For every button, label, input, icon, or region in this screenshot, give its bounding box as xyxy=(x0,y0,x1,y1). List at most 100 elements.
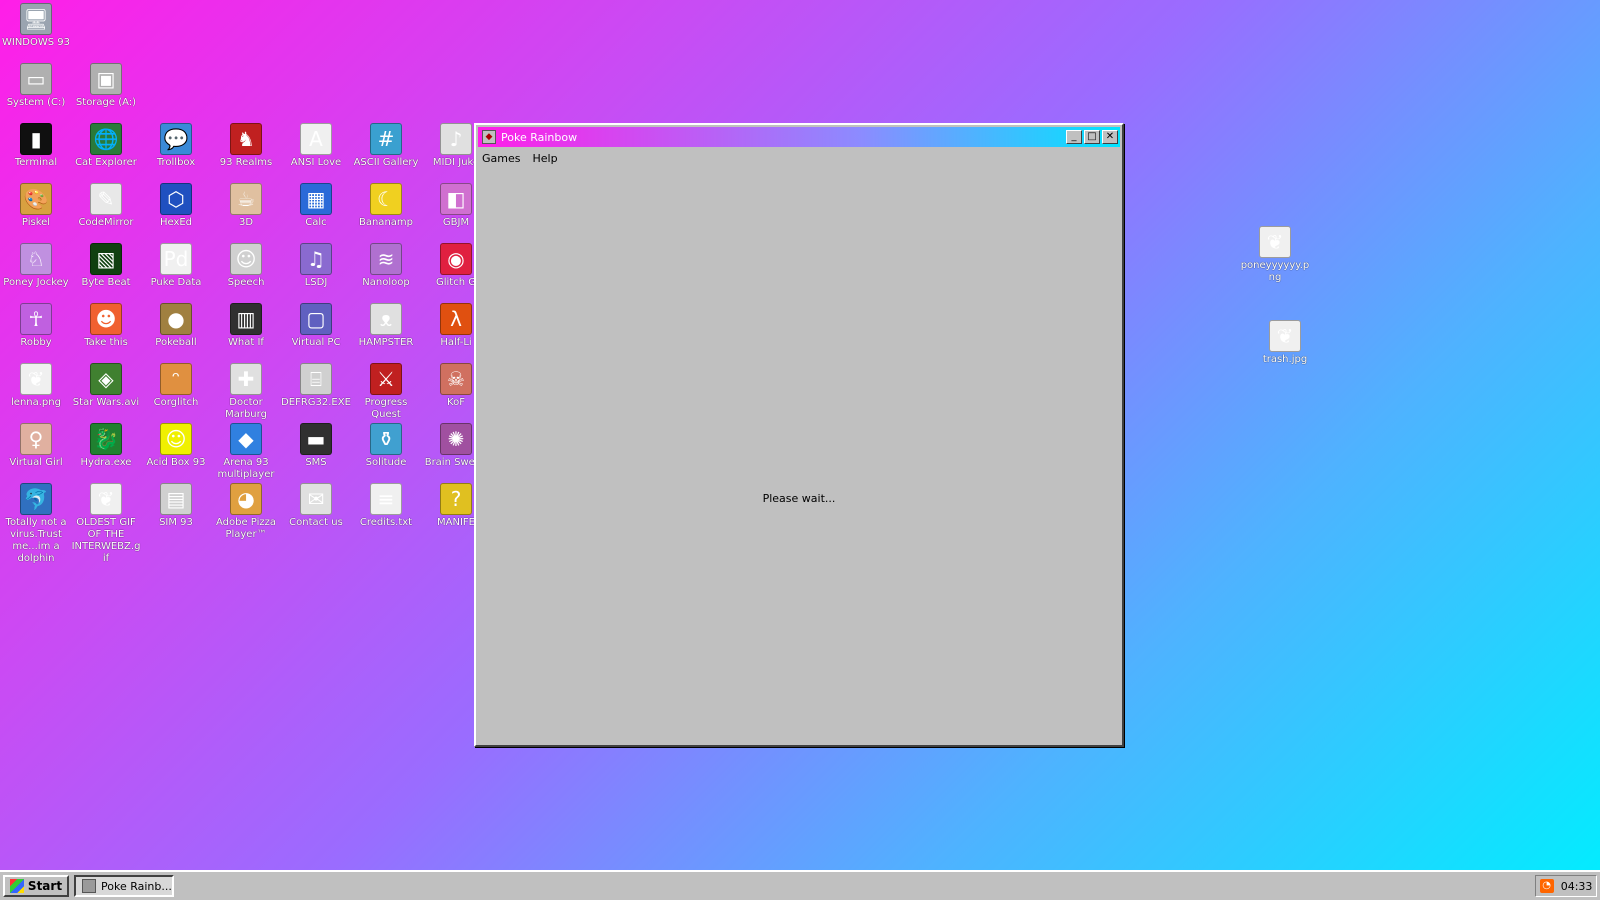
lsdj-icon: ♫ xyxy=(300,243,332,275)
poke-rainbow-window[interactable]: ◆ Poke Rainbow _ □ ✕ Games Help Please w… xyxy=(474,123,1124,747)
window-titlebar[interactable]: ◆ Poke Rainbow _ □ ✕ xyxy=(478,127,1120,147)
desktop-icon[interactable]: ᵔ Corglitch xyxy=(141,363,211,409)
contact-icon: ✉ xyxy=(300,483,332,515)
piano-icon: ♪ xyxy=(440,123,472,155)
terminal-icon: ▮ xyxy=(20,123,52,155)
desktop-icon[interactable]: 💬 Trollbox xyxy=(141,123,211,169)
desktop-icon[interactable]: ❦ lenna.png xyxy=(1,363,71,409)
desktop-icon[interactable]: ❦ trash.jpg xyxy=(1250,320,1320,366)
sim-icon: ▤ xyxy=(160,483,192,515)
desktop-icon[interactable]: ✚ Doctor Marburg xyxy=(211,363,281,421)
desktop-icon[interactable]: ⚱ Solitude xyxy=(351,423,421,469)
desktop-icon-label: Star Wars.avi xyxy=(72,397,140,408)
desktop-icon[interactable]: ▦ Calc xyxy=(281,183,351,229)
desktop-icon[interactable]: ⌸ DEFRG32.EXE xyxy=(281,363,351,409)
desktop-icon-label: Calc xyxy=(305,217,327,228)
desktop-icon-label: Speech xyxy=(227,277,265,288)
desktop-icon[interactable]: # ASCII Gallery xyxy=(351,123,421,169)
bytebeat-icon: ▧ xyxy=(90,243,122,275)
desktop-icon-label: lenna.png xyxy=(11,397,61,408)
desktop-icon[interactable]: ≡ Credits.txt xyxy=(351,483,421,529)
desktop-icon[interactable]: ▧ Byte Beat xyxy=(71,243,141,289)
close-button[interactable]: ✕ xyxy=(1102,130,1118,144)
desktop-icon[interactable]: ♘ Poney Jockey xyxy=(1,243,71,289)
window-content: Please wait... xyxy=(476,169,1122,745)
desktop-icon-label: Doctor Marburg xyxy=(225,397,267,420)
desktop-icon-label: Storage (A:) xyxy=(75,97,137,108)
desktop-icon[interactable]: A ANSI Love xyxy=(281,123,351,169)
desktop-icon-label: ASCII Gallery xyxy=(353,157,419,168)
menu-games[interactable]: Games xyxy=(482,152,520,165)
defrag-icon: ⌸ xyxy=(300,363,332,395)
desktop-icon[interactable]: ▣ Storage (A:) xyxy=(71,63,141,109)
desktop-icon-label: ANSI Love xyxy=(290,157,342,168)
rss-icon[interactable]: ◔ xyxy=(1539,879,1554,893)
desktop-icon-label: Take this xyxy=(84,337,128,348)
desktop-icon-label: DEFRG32.EXE xyxy=(281,397,351,408)
desktop-icon[interactable]: ☾ Bananamp xyxy=(351,183,421,229)
menu-help[interactable]: Help xyxy=(532,152,557,165)
face-icon: ☺ xyxy=(230,243,262,275)
desktop-icon[interactable]: ◕ Adobe Pizza Player™ xyxy=(211,483,281,541)
corgi-icon: ᵔ xyxy=(160,363,192,395)
desktop-icon[interactable]: ▭ System (C:) xyxy=(1,63,71,109)
pony-icon: ♘ xyxy=(20,243,52,275)
drive-icon: ▭ xyxy=(20,63,52,95)
globe-cat-icon: 🌐 xyxy=(90,123,122,155)
gb-icon: ◧ xyxy=(440,183,472,215)
image-file-icon: ❦ xyxy=(1269,320,1301,352)
desktop-icon[interactable]: ◈ Star Wars.avi xyxy=(71,363,141,409)
desktop-icon[interactable]: 🐉 Hydra.exe xyxy=(71,423,141,469)
desktop-icon[interactable]: ❦ poneyyyyyy.png xyxy=(1240,226,1310,284)
desktop-icon[interactable]: 🖥 WINDOWS 93 xyxy=(1,3,71,49)
chat-icon: 💬 xyxy=(160,123,192,155)
desktop-icon[interactable]: 🎨 Piskel xyxy=(1,183,71,229)
question-icon: ? xyxy=(440,483,472,515)
desktop-icon[interactable]: ☻ Take this xyxy=(71,303,141,349)
palette-icon: 🎨 xyxy=(20,183,52,215)
desktop-icon[interactable]: ♫ LSDJ xyxy=(281,243,351,289)
desktop-icon[interactable]: ☺ Acid Box 93 xyxy=(141,423,211,469)
desktop-icon[interactable]: ☺ Speech xyxy=(211,243,281,289)
maximize-button[interactable]: □ xyxy=(1084,130,1100,144)
start-button[interactable]: Start xyxy=(3,875,69,897)
desktop-icon-label: Piskel xyxy=(21,217,51,228)
system-tray: ◔ 04:33 xyxy=(1535,875,1597,897)
desktop-icon[interactable]: ᴥ HAMPSTER xyxy=(351,303,421,349)
dolphin-icon: 🐬 xyxy=(20,483,52,515)
console-icon: ▬ xyxy=(300,423,332,455)
desktop-icon[interactable]: ☥ Robby xyxy=(1,303,71,349)
desktop-icon[interactable]: ▬ SMS xyxy=(281,423,351,469)
desktop-icon[interactable]: ♞ 93 Realms xyxy=(211,123,281,169)
desktop-icon[interactable]: ≋ Nanoloop xyxy=(351,243,421,289)
desktop-icon[interactable]: Pd Puke Data xyxy=(141,243,211,289)
desktop-icon[interactable]: ✉ Contact us xyxy=(281,483,351,529)
desktop-icon-label: Corglitch xyxy=(153,397,199,408)
desktop-icon[interactable]: ▢ Virtual PC xyxy=(281,303,351,349)
desktop-icon[interactable]: ⬡ HexEd xyxy=(141,183,211,229)
desktop-icon[interactable]: ◆ Arena 93 multiplayer xyxy=(211,423,281,481)
desktop-icon[interactable]: ▮ Terminal xyxy=(1,123,71,169)
desktop-icon-label: Byte Beat xyxy=(81,277,131,288)
computer-icon: 🖥 xyxy=(20,3,52,35)
pizza-icon: ◕ xyxy=(230,483,262,515)
menubar: Games Help xyxy=(476,149,1122,167)
taskbar-item-poke-rainbow[interactable]: Poke Rainb... xyxy=(74,875,174,897)
desktop-icon[interactable]: ♀ Virtual Girl xyxy=(1,423,71,469)
clock: 04:33 xyxy=(1560,879,1593,893)
ball-icon: ● xyxy=(160,303,192,335)
desktop-icon[interactable]: ☕ 3D xyxy=(211,183,281,229)
arena-cube-icon: ◆ xyxy=(230,423,262,455)
desktop-icon[interactable]: ⚔ Progress Quest xyxy=(351,363,421,421)
desktop-icon[interactable]: ✎ CodeMirror xyxy=(71,183,141,229)
desktop-icon[interactable]: ▤ SIM 93 xyxy=(141,483,211,529)
desktop-icon[interactable]: ● Pokeball xyxy=(141,303,211,349)
minimize-button[interactable]: _ xyxy=(1066,130,1082,144)
desktop-icon[interactable]: ▥ What If xyxy=(211,303,281,349)
desktop-icon-label: HexEd xyxy=(159,217,193,228)
desktop-icon-label: Robby xyxy=(20,337,52,348)
desktop-icon[interactable]: 🌐 Cat Explorer xyxy=(71,123,141,169)
desktop-icon[interactable]: ❦ OLDEST GIF OF THE INTERWEBZ.gif xyxy=(71,483,141,565)
desktop-icon-label: poneyyyyyy.png xyxy=(1240,260,1310,283)
desktop-icon[interactable]: 🐬 Totally not a virus.Trust me...im a dol… xyxy=(1,483,71,565)
